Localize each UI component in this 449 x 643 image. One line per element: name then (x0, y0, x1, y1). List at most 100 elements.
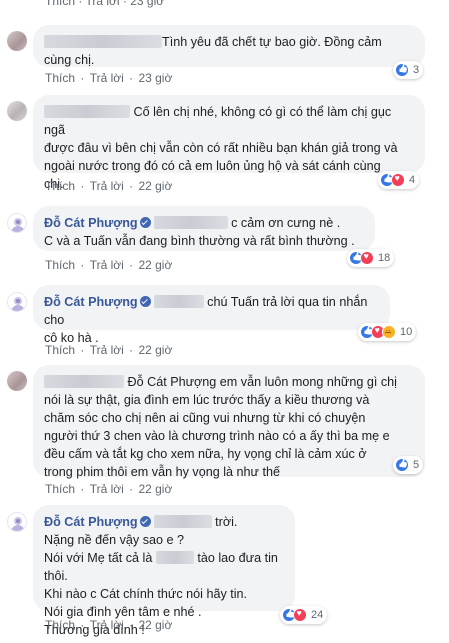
comment-actions: Thích · Trả lời · 22 giờ (45, 343, 172, 357)
comment-text-line: Tình yêu đã chết tự bao giờ. Đồng cảm (162, 35, 382, 49)
reply-link[interactable]: Trả lời (90, 258, 124, 272)
love-icon (293, 608, 307, 622)
like-link[interactable]: Thích (45, 71, 75, 85)
comment-text-line: C và a Tuấn vẫn đang bình thường và rất … (44, 234, 355, 248)
reply-link[interactable]: Trả lời (90, 482, 124, 496)
separator-dot: · (77, 71, 88, 85)
separator-dot: · (119, 0, 131, 8)
comment-bubble: Tình yêu đã chết tự bao giờ. Đồng cảm cù… (33, 25, 425, 67)
verified-badge-icon (139, 296, 151, 307)
separator-dot: · (125, 482, 137, 496)
timestamp: 22 giờ (138, 258, 173, 272)
comment-text-line: chăm sóc cho chị nên ai cũng vui nhưng t… (44, 411, 366, 425)
avatar[interactable] (7, 512, 27, 532)
avatar-portrait-icon (11, 297, 25, 311)
reaction-summary[interactable]: 4 (378, 171, 420, 189)
top-comment-actions: Thích · Trả lời · 23 giờ (45, 0, 164, 8)
timestamp: 22 giờ (138, 482, 173, 496)
avatar[interactable] (7, 213, 27, 233)
reply-link[interactable]: Trả lời (90, 179, 124, 193)
verified-badge-icon (139, 217, 151, 228)
comment-actions: Thích · Trả lời · 22 giờ (45, 618, 172, 632)
like-link[interactable]: Thích (45, 258, 75, 272)
verified-badge-icon (139, 516, 151, 527)
comment-bubble: Đỗ Cát Phượng trời. Nặng nề đến vậy sao … (33, 505, 295, 637)
timestamp: 22 giờ (138, 343, 173, 357)
comment-text-line: nói là sự thật, gia đình em lúc trước th… (44, 393, 370, 407)
timestamp: 22 giờ (138, 618, 173, 632)
reaction-summary[interactable]: 5 (393, 456, 424, 474)
like-link[interactable]: Thích (45, 0, 75, 8)
reaction-count: 10 (400, 326, 413, 338)
like-icon (395, 458, 409, 472)
avatar[interactable] (7, 31, 27, 51)
comment-bubble: Đỗ Cát Phượng em vẫn luôn mong những gì … (33, 365, 425, 479)
comment-author[interactable]: Đỗ Cát Phượng (44, 295, 138, 309)
timestamp: 22 giờ (138, 179, 173, 193)
timestamp: 23 giờ (138, 71, 173, 85)
redacted-author (44, 105, 130, 118)
like-link[interactable]: Thích (45, 482, 75, 496)
separator-dot: · (77, 179, 88, 193)
comment-text-line: ngoài nước trong đó có cả em luôn ủng hộ… (44, 159, 381, 173)
redacted-mention (155, 551, 194, 564)
avatar-portrait-icon (11, 517, 25, 531)
reaction-summary[interactable]: 10 (358, 323, 417, 341)
comment-text-line: Nặng nề đến vậy sao e ? (44, 533, 185, 547)
separator-dot: · (75, 0, 86, 8)
timestamp: 23 giờ (130, 0, 165, 8)
reaction-summary[interactable]: 18 (347, 249, 395, 267)
separator-dot: · (77, 482, 88, 496)
separator-dot: · (77, 343, 88, 357)
separator-dot: · (125, 71, 137, 85)
reaction-count: 5 (413, 459, 420, 471)
separator-dot: · (125, 618, 137, 632)
avatar[interactable] (7, 101, 27, 121)
reaction-summary[interactable]: 24 (280, 606, 328, 624)
reaction-count: 4 (409, 174, 416, 186)
like-icon (395, 63, 409, 77)
comment-bubble: Đỗ Cát Phượng c cảm ơn cưng nè . C và a … (33, 206, 375, 251)
comment-bubble: Đỗ Cát Phượng chú Tuấn trả lời qua tin n… (33, 285, 390, 345)
redacted-mention (153, 515, 212, 528)
comment-text-line: đều cấm và tắt kg cho xem nữa, hy vọng c… (44, 447, 367, 461)
redacted-author (44, 375, 124, 388)
like-link[interactable]: Thích (45, 179, 75, 193)
reply-link[interactable]: Trả lời (85, 0, 119, 8)
avatar[interactable] (7, 371, 27, 391)
comment-text-line: trời. (215, 515, 238, 529)
separator-dot: · (125, 179, 137, 193)
separator-dot: · (77, 618, 88, 632)
comment-text-line: Nói với Mẹ tất cả là (44, 551, 153, 565)
reply-link[interactable]: Trả lời (90, 71, 124, 85)
comment-author[interactable]: Đỗ Cát Phượng (44, 515, 138, 529)
redacted-mention (153, 295, 204, 308)
comment-text-line: người thứ 3 chen vào là chương trình nào… (44, 429, 390, 443)
like-link[interactable]: Thích (45, 343, 75, 357)
reply-link[interactable]: Trả lời (90, 343, 124, 357)
comment-actions: Thích · Trả lời · 22 giờ (45, 258, 172, 272)
comment-actions: Thích · Trả lời · 23 giờ (45, 71, 172, 85)
love-icon (391, 173, 405, 187)
like-link[interactable]: Thích (45, 618, 75, 632)
separator-dot: · (125, 343, 137, 357)
comment-text-line: Khi nào c Cát chính thức nói hãy tin. (44, 587, 248, 601)
reaction-count: 24 (311, 609, 324, 621)
redacted-author (44, 35, 162, 48)
separator-dot: · (125, 258, 137, 272)
comment-actions: Thích · Trả lời · 22 giờ (45, 179, 172, 193)
comment-text-line: c cảm ơn cưng nè . (231, 216, 341, 230)
comment-text-line: được đâu vì bên chị vẫn còn có rất nhiều… (44, 141, 398, 155)
sad-icon (382, 325, 396, 339)
comment-text-line: cùng chị. (44, 53, 95, 67)
reaction-count: 18 (378, 252, 391, 264)
reply-link[interactable]: Trả lời (90, 618, 124, 632)
separator-dot: · (77, 258, 88, 272)
comment-text-line: Đỗ Cát Phượng em vẫn luôn mong những gì … (127, 375, 397, 389)
comment-author[interactable]: Đỗ Cát Phượng (44, 216, 138, 230)
redacted-mention (153, 216, 228, 229)
avatar[interactable] (7, 292, 27, 312)
comment-text-line: trong phim thôi em vẫn hy vọng là như th… (44, 465, 280, 479)
reaction-summary[interactable]: 3 (393, 61, 424, 79)
reaction-count: 3 (413, 64, 420, 76)
